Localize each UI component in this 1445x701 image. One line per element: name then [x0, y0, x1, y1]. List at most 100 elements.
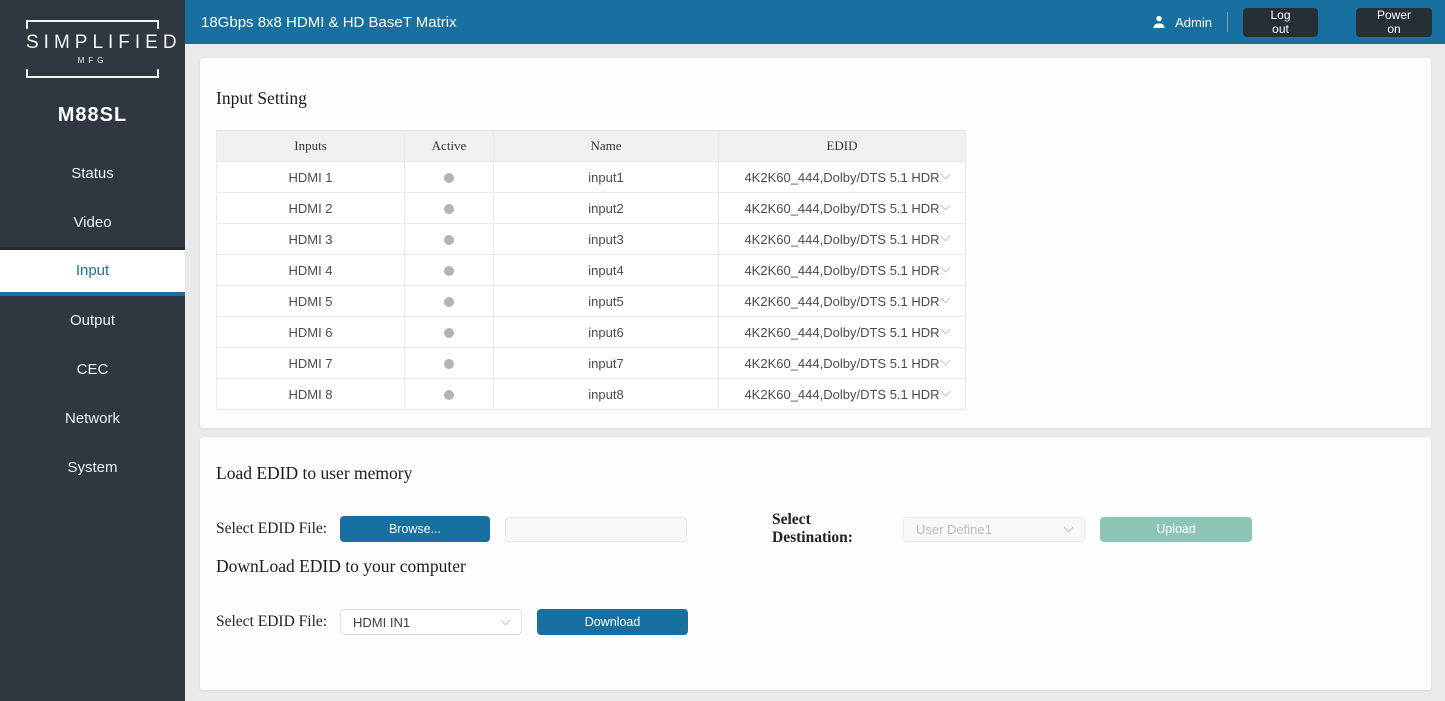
active-indicator [444, 328, 454, 338]
active-indicator [444, 297, 454, 307]
model-name: M88SL [0, 104, 185, 127]
header-divider [1227, 12, 1228, 32]
active-cell [405, 224, 494, 255]
edid-cell: 4K2K60_444,Dolby/DTS 5.1 HDR [719, 255, 966, 286]
name-cell: input6 [494, 317, 719, 348]
destination-select[interactable]: User Define1 [903, 517, 1085, 542]
edid-file-input[interactable] [505, 517, 687, 542]
logo-frame-bottom [26, 69, 159, 78]
download-edid-row: Select EDID File: HDMI IN1 Download [216, 609, 1415, 635]
edid-cell: 4K2K60_444,Dolby/DTS 5.1 HDR [719, 317, 966, 348]
active-cell [405, 286, 494, 317]
main-area: 18Gbps 8x8 HDMI & HD BaseT Matrix Admin … [185, 0, 1445, 701]
active-cell [405, 317, 494, 348]
sidebar: SIMPLIFIED MFG M88SL Status Video Input … [0, 0, 185, 701]
input-label-cell: HDMI 5 [217, 286, 405, 317]
col-header-inputs: Inputs [217, 131, 405, 162]
download-source-select-value: HDMI IN1 [353, 615, 410, 630]
user-icon [1152, 15, 1166, 29]
table-row: HDMI 1input14K2K60_444,Dolby/DTS 5.1 HDR [217, 162, 966, 193]
col-header-name: Name [494, 131, 719, 162]
edid-cell: 4K2K60_444,Dolby/DTS 5.1 HDR [719, 193, 966, 224]
active-indicator [444, 359, 454, 369]
input-label-cell: HDMI 1 [217, 162, 405, 193]
brand-logo: SIMPLIFIED MFG [26, 20, 159, 78]
input-label-cell: HDMI 8 [217, 379, 405, 410]
input-label-cell: HDMI 3 [217, 224, 405, 255]
sidebar-nav: Status Video Input Output CEC Network Sy… [0, 149, 185, 492]
name-cell: input2 [494, 193, 719, 224]
content: Input Setting Inputs Active Name EDID HD… [185, 44, 1445, 701]
active-indicator [444, 173, 454, 183]
active-cell [405, 162, 494, 193]
active-cell [405, 255, 494, 286]
edid-select[interactable]: 4K2K60_444,Dolby/DTS 5.1 HDR [719, 255, 965, 285]
edid-cell: 4K2K60_444,Dolby/DTS 5.1 HDR [719, 162, 966, 193]
input-label-cell: HDMI 6 [217, 317, 405, 348]
sidebar-item-cec[interactable]: CEC [0, 345, 185, 394]
edid-select[interactable]: 4K2K60_444,Dolby/DTS 5.1 HDR [719, 317, 965, 347]
chevron-down-icon [941, 356, 951, 366]
sidebar-item-system[interactable]: System [0, 443, 185, 492]
chevron-down-icon [941, 294, 951, 304]
power-on-button[interactable]: Power on [1356, 8, 1432, 37]
table-row: HDMI 6 input64K2K60_444,Dolby/DTS 5.1 HDR [217, 317, 966, 348]
edid-panel: Load EDID to user memory Select EDID Fil… [200, 437, 1431, 690]
logo-frame-top [26, 20, 159, 29]
user-name: Admin [1175, 15, 1212, 30]
table-header-row: Inputs Active Name EDID [217, 131, 966, 162]
edid-select[interactable]: 4K2K60_444,Dolby/DTS 5.1 HDR [719, 162, 965, 192]
page-title: 18Gbps 8x8 HDMI & HD BaseT Matrix [201, 14, 1152, 31]
load-edid-row: Select EDID File: Browse... Select Desti… [216, 516, 1415, 542]
active-cell [405, 193, 494, 224]
edid-select-value: 4K2K60_444,Dolby/DTS 5.1 HDR [744, 263, 939, 278]
edid-select[interactable]: 4K2K60_444,Dolby/DTS 5.1 HDR [719, 379, 965, 409]
edid-select-value: 4K2K60_444,Dolby/DTS 5.1 HDR [744, 387, 939, 402]
edid-select[interactable]: 4K2K60_444,Dolby/DTS 5.1 HDR [719, 286, 965, 316]
edid-select-value: 4K2K60_444,Dolby/DTS 5.1 HDR [744, 294, 939, 309]
sidebar-item-output[interactable]: Output [0, 296, 185, 345]
chevron-down-icon [941, 201, 951, 211]
edid-select-value: 4K2K60_444,Dolby/DTS 5.1 HDR [744, 170, 939, 185]
edid-select-value: 4K2K60_444,Dolby/DTS 5.1 HDR [744, 201, 939, 216]
active-indicator [444, 204, 454, 214]
chevron-down-icon [941, 325, 951, 335]
upload-button[interactable]: Upload [1100, 517, 1252, 542]
input-setting-title: Input Setting [216, 58, 1415, 109]
sidebar-item-input[interactable]: Input [0, 247, 185, 296]
chevron-down-icon [941, 387, 951, 397]
chevron-down-icon [501, 615, 511, 625]
table-row: HDMI 8input84K2K60_444,Dolby/DTS 5.1 HDR [217, 379, 966, 410]
table-row: HDMI 5 input5 4K2K60_444,Dolby/DTS 5.1 HDR [217, 286, 966, 317]
active-indicator [444, 390, 454, 400]
edid-select[interactable]: 4K2K60_444,Dolby/DTS 5.1 HDR [719, 193, 965, 223]
sidebar-item-status[interactable]: Status [0, 149, 185, 198]
browse-button[interactable]: Browse... [340, 516, 490, 542]
inputs-table: Inputs Active Name EDID HDMI 1input14K2K… [216, 130, 966, 410]
logo-text: SIMPLIFIED [26, 32, 159, 54]
edid-select[interactable]: 4K2K60_444,Dolby/DTS 5.1 HDR [719, 348, 965, 378]
download-edid-title: DownLoad EDID to your computer [216, 556, 1415, 577]
table-row: HDMI 2 input2 4K2K60_444,Dolby/DTS 5.1 HDR [217, 193, 966, 224]
select-edid-file-label: Select EDID File: [216, 520, 340, 538]
sidebar-item-video[interactable]: Video [0, 198, 185, 247]
active-indicator [444, 266, 454, 276]
download-button[interactable]: Download [537, 609, 688, 635]
active-cell [405, 379, 494, 410]
name-cell: input5 [494, 286, 719, 317]
logout-button[interactable]: Log out [1243, 8, 1318, 37]
input-label-cell: HDMI 4 [217, 255, 405, 286]
col-header-edid: EDID [719, 131, 966, 162]
download-source-select[interactable]: HDMI IN1 [340, 609, 522, 635]
active-cell [405, 348, 494, 379]
top-bar: 18Gbps 8x8 HDMI & HD BaseT Matrix Admin … [185, 0, 1445, 44]
load-edid-title: Load EDID to user memory [216, 437, 1415, 484]
sidebar-item-network[interactable]: Network [0, 394, 185, 443]
input-label-cell: HDMI 7 [217, 348, 405, 379]
edid-cell: 4K2K60_444,Dolby/DTS 5.1 HDR [719, 379, 966, 410]
input-label-cell: HDMI 2 [217, 193, 405, 224]
col-header-active: Active [405, 131, 494, 162]
edid-select[interactable]: 4K2K60_444,Dolby/DTS 5.1 HDR [719, 224, 965, 254]
table-row: HDMI 7input74K2K60_444,Dolby/DTS 5.1 HDR [217, 348, 966, 379]
table-row: HDMI 3input34K2K60_444,Dolby/DTS 5.1 HDR [217, 224, 966, 255]
